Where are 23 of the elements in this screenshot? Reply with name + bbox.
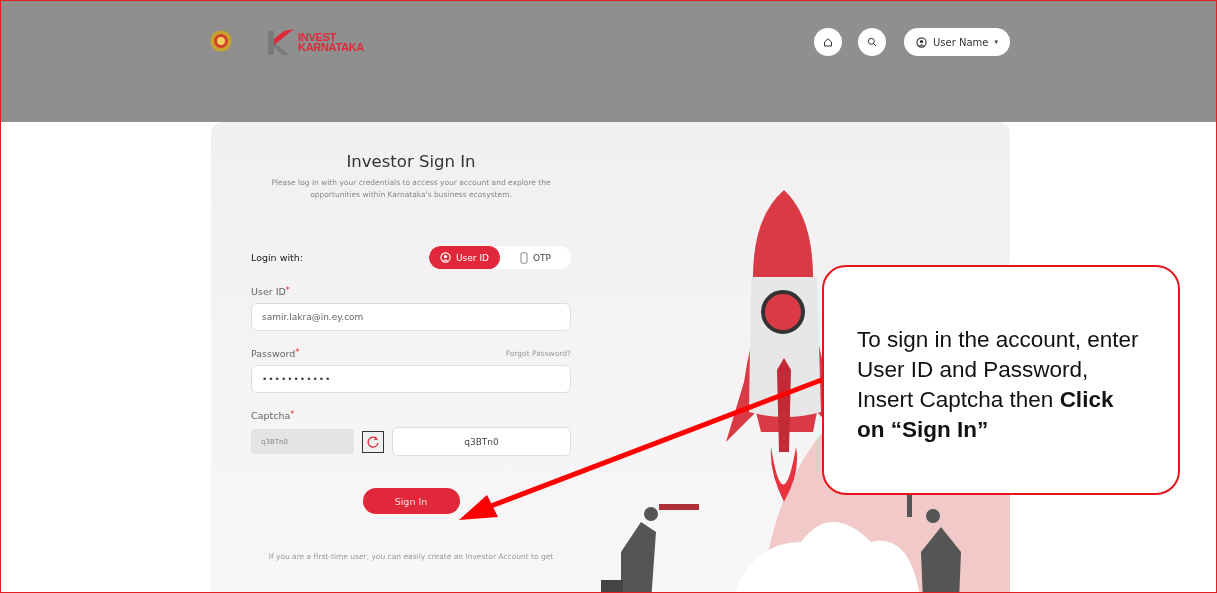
sign-in-button[interactable]: Sign In: [362, 488, 460, 514]
captcha-input[interactable]: q3BTn0: [392, 427, 571, 456]
login-with-label: Login with:: [251, 252, 303, 263]
password-input[interactable]: •••••••••••: [251, 365, 571, 393]
field-label: Password*: [251, 348, 300, 359]
field-label: User ID*: [251, 286, 290, 297]
search-icon: [867, 37, 877, 47]
logo-text: KARNATAKA: [298, 42, 364, 52]
field-label: Captcha*: [251, 410, 295, 421]
logo-text: INVEST: [298, 32, 337, 42]
refresh-captcha-button[interactable]: [362, 430, 384, 453]
k-logo-icon: [266, 27, 296, 57]
callout-text: To sign in the account, enter User ID and Password, Insert Captcha then Click on “Sign In”: [857, 326, 1140, 444]
page-title: Investor Sign In: [345, 152, 477, 171]
home-icon: [823, 37, 833, 47]
home-button[interactable]: [814, 28, 842, 56]
search-button[interactable]: [858, 28, 886, 56]
phone-icon: [520, 251, 528, 264]
user-circle-icon: [440, 252, 451, 263]
login-method-option[interactable]: User ID: [429, 246, 500, 269]
refresh-icon: [366, 434, 380, 449]
user-id-input[interactable]: samir.lakra@in.ey.com: [251, 303, 571, 331]
user-circle-icon: [916, 36, 927, 48]
